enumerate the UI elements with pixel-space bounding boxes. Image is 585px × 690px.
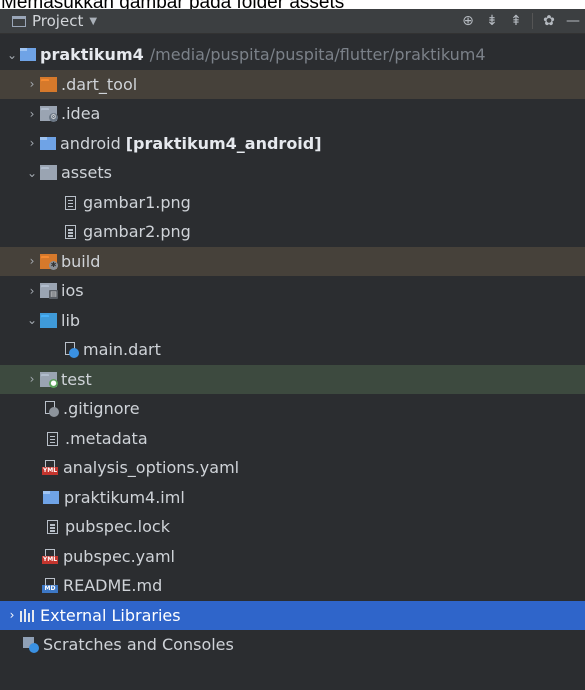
tree-node-label: External Libraries [40, 605, 181, 625]
tree-node-label: build [61, 251, 101, 271]
collapse-all-icon[interactable]: ⇞ [504, 9, 528, 33]
project-toolbar: Project ▼ ⊕ ⇟ ⇞ ✿ — [0, 9, 585, 34]
tree-node-label: lib [61, 310, 81, 330]
tree-node-scratches[interactable]: Scratches and Consoles [0, 630, 585, 660]
toolbar-divider [532, 13, 533, 29]
libraries-icon [20, 608, 34, 622]
project-window-icon [12, 15, 26, 27]
tree-node-ios[interactable]: › ▤ ios [0, 276, 585, 306]
tree-node-root[interactable]: ⌄ praktikum4 /media/puspita/puspita/flut… [0, 40, 585, 70]
tree-node-assets[interactable]: ⌄ assets [0, 158, 585, 188]
tree-node-pubspec-lock[interactable]: pubspec.lock [0, 512, 585, 542]
tree-node-label: .idea [61, 104, 101, 124]
tree-node-label: analysis_options.yaml [63, 458, 240, 478]
tree-node-gambar2[interactable]: gambar2.png [0, 217, 585, 247]
dart-file-icon [62, 342, 79, 359]
image-file-icon [65, 225, 76, 240]
chevron-collapsed-icon[interactable]: › [24, 136, 40, 150]
folder-source-icon [40, 312, 57, 328]
tree-node-label: Scratches and Consoles [43, 635, 234, 655]
module-name: [praktikum4_android] [125, 133, 322, 153]
chevron-collapsed-icon[interactable]: › [24, 254, 40, 268]
tree-node-label: ios [61, 281, 84, 301]
tree-node-analysis-options[interactable]: YML analysis_options.yaml [0, 453, 585, 483]
text-file-icon [47, 431, 58, 446]
module-badge-icon: ▤ [49, 290, 58, 300]
tree-node-label: pubspec.yaml [63, 546, 175, 566]
chevron-expanded-icon[interactable]: ⌄ [4, 48, 20, 62]
tree-node-label: gambar1.png [83, 192, 191, 212]
gear-icon[interactable]: ✿ [537, 9, 561, 33]
tree-node-readme[interactable]: MD README.md [0, 571, 585, 601]
tree-node-gitignore[interactable]: .gitignore [0, 394, 585, 424]
excluded-badge-icon: ✱ [49, 260, 58, 270]
folder-icon [40, 165, 57, 181]
folder-orange-icon [40, 76, 57, 92]
yaml-file-icon: YML [42, 548, 59, 564]
expand-all-icon[interactable]: ⇟ [480, 9, 504, 33]
markdown-file-icon: MD [42, 578, 59, 594]
chevron-expanded-icon[interactable]: ⌄ [24, 313, 40, 327]
chevron-collapsed-icon[interactable]: › [24, 284, 40, 298]
settings-badge-icon: ⚙ [49, 113, 58, 123]
yaml-file-icon: YML [42, 460, 59, 476]
tree-node-label: gambar2.png [83, 222, 191, 242]
tree-node-pubspec-yaml[interactable]: YML pubspec.yaml [0, 542, 585, 572]
tree-node-label: .dart_tool [61, 74, 138, 94]
tree-node-metadata[interactable]: .metadata [0, 424, 585, 454]
tree-node-label: android [60, 133, 121, 153]
chevron-collapsed-icon[interactable]: › [24, 77, 40, 91]
tree-node-idea[interactable]: › ⚙ .idea [0, 99, 585, 129]
tree-node-label: test [61, 369, 92, 389]
target-icon[interactable]: ⊕ [456, 9, 480, 33]
chevron-collapsed-icon[interactable]: › [4, 608, 20, 622]
tree-node-dart-tool[interactable]: › .dart_tool [0, 69, 585, 99]
project-tool-window: Project ▼ ⊕ ⇟ ⇞ ✿ — ⌄ praktikum4 /media/… [0, 9, 585, 690]
tree-node-lib[interactable]: ⌄ lib [0, 306, 585, 336]
tree-node-label: .metadata [65, 428, 148, 448]
folder-settings-icon: ⚙ [40, 106, 58, 123]
folder-module-icon [20, 48, 36, 62]
text-file-icon [47, 520, 58, 535]
root-name: praktikum4 [40, 45, 144, 65]
image-file-icon [65, 195, 76, 210]
gitignore-file-icon [42, 401, 59, 418]
project-view-title: Project [32, 12, 84, 30]
tree-node-label: pubspec.lock [65, 517, 170, 537]
project-view-selector[interactable]: Project ▼ [0, 12, 97, 30]
tree-node-praktikum4-iml[interactable]: praktikum4.iml [0, 483, 585, 513]
tree-node-external-libraries[interactable]: › External Libraries [0, 600, 585, 630]
root-path: /media/puspita/puspita/flutter/praktikum… [149, 45, 486, 65]
toolbar-actions: ⊕ ⇟ ⇞ ✿ — [456, 9, 585, 33]
tree-node-label: .gitignore [63, 399, 140, 419]
iml-file-icon [43, 490, 59, 504]
folder-module-icon: ▤ [40, 283, 58, 300]
chevron-collapsed-icon[interactable]: › [24, 372, 40, 386]
tree-node-gambar1[interactable]: gambar1.png [0, 188, 585, 218]
scratches-icon [22, 637, 39, 654]
project-tree: ⌄ praktikum4 /media/puspita/puspita/flut… [0, 40, 585, 660]
tree-node-main-dart[interactable]: main.dart [0, 335, 585, 365]
folder-excluded-icon: ✱ [40, 253, 58, 270]
tree-node-label: praktikum4.iml [64, 487, 185, 507]
tree-node-build[interactable]: › ✱ build [0, 246, 585, 276]
tree-node-label: README.md [63, 576, 163, 596]
folder-module-icon [40, 136, 56, 150]
minimize-icon[interactable]: — [561, 9, 585, 33]
tree-node-test[interactable]: › ● test [0, 364, 585, 394]
folder-test-icon: ● [40, 371, 58, 388]
chevron-collapsed-icon[interactable]: › [24, 107, 40, 121]
chevron-expanded-icon[interactable]: ⌄ [24, 166, 40, 180]
test-badge-icon: ● [49, 378, 58, 388]
tree-node-android[interactable]: › android [praktikum4_android] [0, 129, 585, 159]
tree-node-label: assets [61, 163, 112, 183]
tree-node-label: main.dart [83, 340, 161, 360]
chevron-down-icon: ▼ [89, 15, 98, 27]
